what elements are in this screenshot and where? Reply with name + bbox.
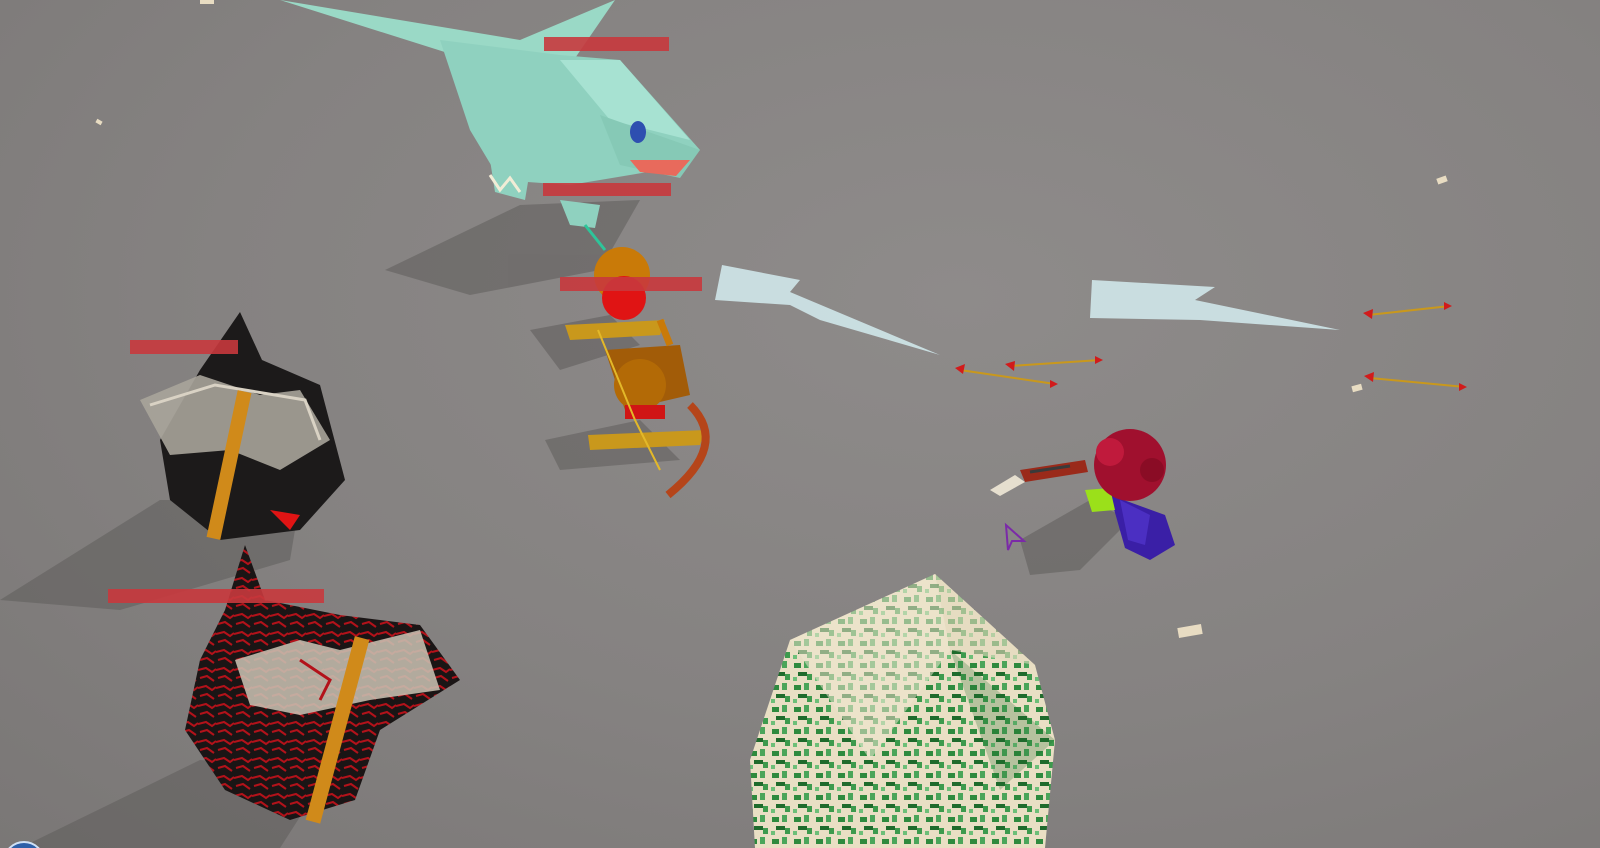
skeleton-archer-health-bar — [560, 277, 702, 291]
arrow — [955, 364, 1058, 388]
ice-shard-projectiles — [715, 265, 1340, 355]
dragon-health-bar — [544, 37, 669, 51]
game-viewport[interactable] — [0, 0, 1600, 848]
ice-shard — [1090, 280, 1340, 330]
arrow — [1364, 372, 1467, 391]
arrow — [1363, 302, 1452, 319]
arrow — [1005, 356, 1103, 371]
triangle-pointer-icon — [1004, 522, 1027, 551]
dark-knight-lower-health-bar — [108, 589, 324, 603]
green-crystal-obstacle[interactable] — [750, 574, 1055, 848]
dragon-secondary-health-bar — [543, 183, 671, 196]
dark-knight-upper-health-bar — [130, 340, 238, 354]
ice-shard — [715, 265, 940, 355]
game-world[interactable] — [0, 0, 1600, 848]
dark-knight-lower[interactable] — [185, 545, 460, 824]
